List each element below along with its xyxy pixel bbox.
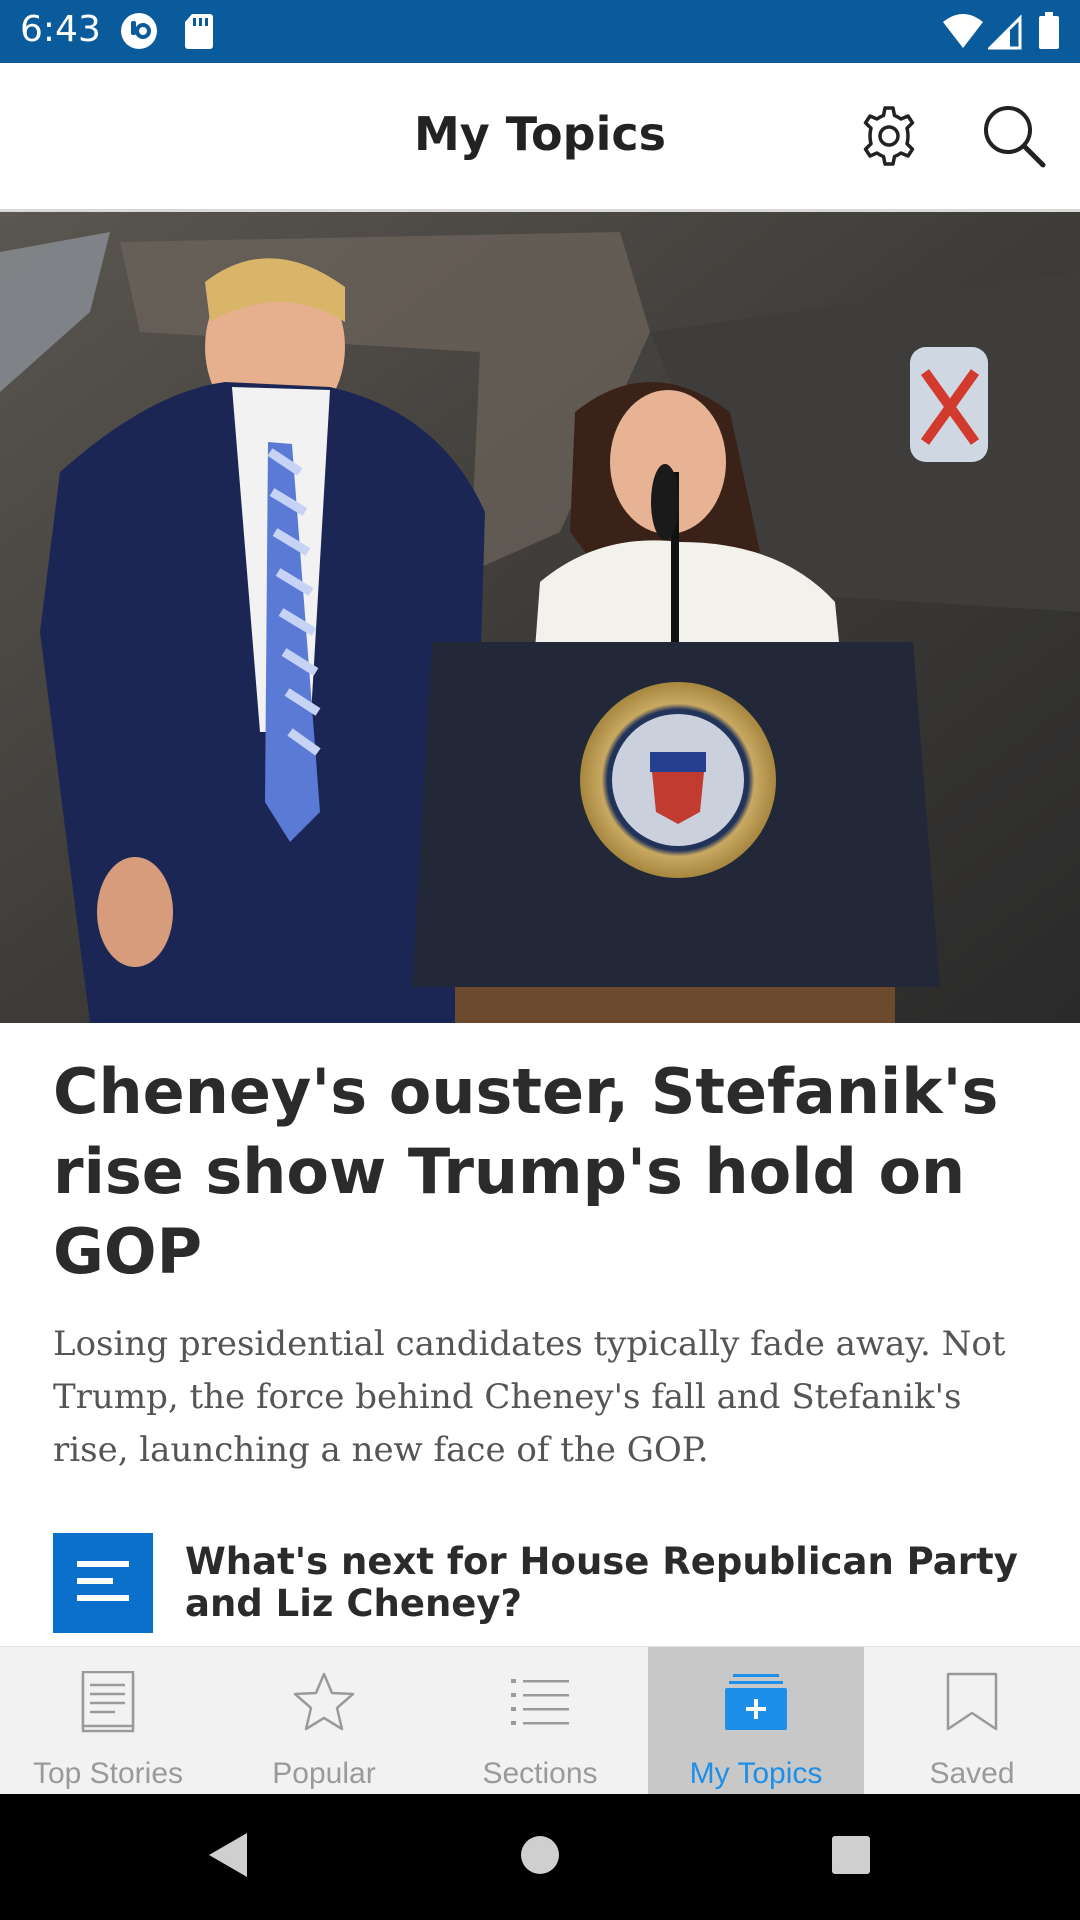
home-button[interactable] — [518, 1829, 562, 1886]
tab-label: Sections — [482, 1757, 598, 1790]
settings-button[interactable] — [851, 98, 927, 174]
tab-label: My Topics — [689, 1757, 823, 1790]
system-nav-bar — [0, 1794, 1080, 1920]
tab-saved[interactable]: Saved — [864, 1647, 1080, 1795]
article-list-icon — [53, 1533, 153, 1633]
back-button[interactable] — [205, 1829, 251, 1886]
folder-plus-icon — [725, 1674, 787, 1730]
star-icon — [293, 1672, 355, 1731]
home-icon — [521, 1836, 559, 1874]
battery-icon — [1038, 12, 1060, 55]
status-bar: 6:43 — [0, 0, 1080, 63]
app-bar: My Topics — [0, 63, 1080, 212]
search-icon — [984, 106, 1046, 168]
sd-card-icon — [184, 12, 214, 55]
tab-popular[interactable]: Popular — [216, 1647, 432, 1795]
back-icon — [209, 1833, 247, 1877]
status-time: 6:43 — [20, 9, 101, 50]
wifi-icon — [942, 12, 984, 55]
gear-icon — [863, 106, 915, 166]
bookmark-icon — [946, 1672, 998, 1731]
bottom-nav: Top Stories Popular Sections My Topics S… — [0, 1646, 1080, 1795]
tab-label: Top Stories — [32, 1757, 184, 1790]
list-icon — [511, 1679, 569, 1725]
newspaper-icon — [81, 1671, 135, 1733]
recents-icon — [832, 1836, 870, 1874]
notification-app-icon — [120, 12, 158, 55]
article-summary: Losing presidential candidates typically… — [53, 1324, 1006, 1470]
tab-label: Saved — [929, 1757, 1015, 1790]
tab-sections[interactable]: Sections — [432, 1647, 648, 1795]
search-button[interactable] — [976, 98, 1052, 174]
signal-icon — [986, 12, 1022, 55]
tab-top-stories[interactable]: Top Stories — [0, 1647, 216, 1795]
tab-label: Popular — [272, 1757, 376, 1790]
related-article-title[interactable]: What's next for House Republican Party a… — [185, 1541, 1045, 1625]
article-hero-image[interactable] — [0, 212, 1080, 1023]
related-article[interactable]: What's next for House Republican Party a… — [53, 1533, 1033, 1643]
article-headline[interactable]: Cheney's ouster, Stefanik's rise show Tr… — [53, 1052, 1033, 1292]
tab-my-topics[interactable]: My Topics — [648, 1647, 864, 1795]
recents-button[interactable] — [829, 1829, 873, 1886]
